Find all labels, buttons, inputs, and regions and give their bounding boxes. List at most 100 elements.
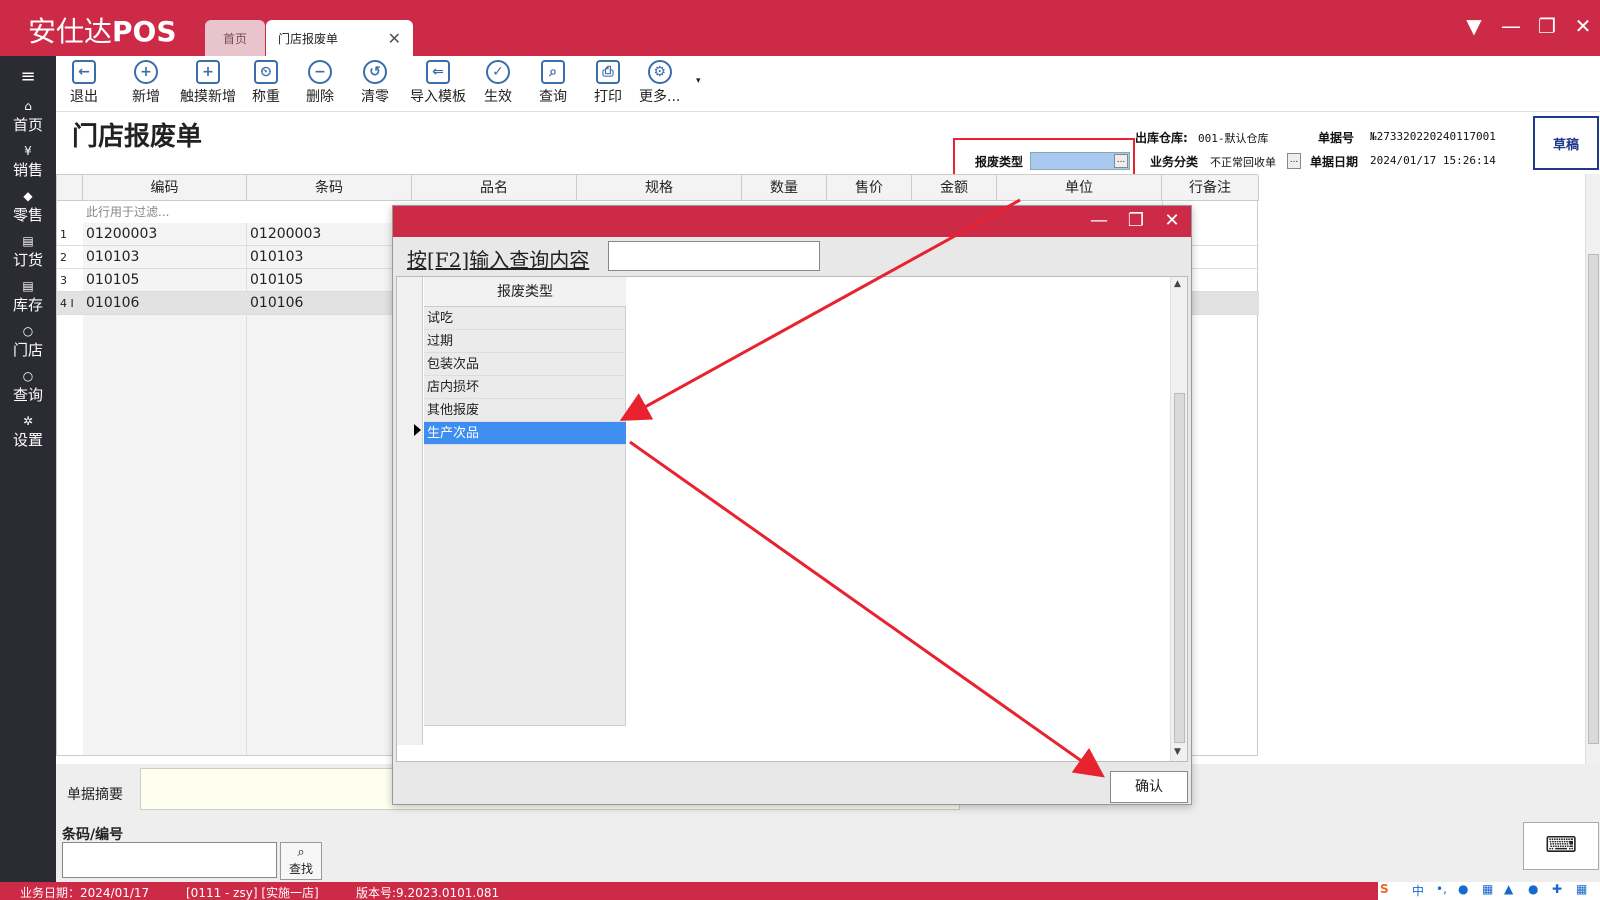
exit-button[interactable]: ← 退出 <box>70 60 98 106</box>
keyboard-button[interactable]: ⌨ <box>1523 822 1599 870</box>
delete-button[interactable]: − 删除 <box>306 60 334 106</box>
sidebar-item-store[interactable]: ○ 门店 <box>0 321 56 366</box>
more-chevron-icon[interactable]: ▾ <box>696 76 701 86</box>
add-button[interactable]: + 新增 <box>132 60 160 106</box>
activate-button[interactable]: ✓ 生效 <box>484 60 512 106</box>
list-item[interactable]: 店内损坏 <box>424 376 626 399</box>
weigh-button[interactable]: ⏲ 称重 <box>252 60 280 106</box>
print-button[interactable]: ⎙ 打印 <box>594 60 622 106</box>
query-button[interactable]: ⌕ 查询 <box>539 60 567 106</box>
close-icon[interactable]: ✕ <box>388 29 401 48</box>
ime-keyboard-icon[interactable]: ▦ <box>1482 882 1493 896</box>
barcode-cell[interactable]: 010105 <box>247 269 303 292</box>
page-title: 门店报废单 <box>72 122 203 152</box>
warehouse-value[interactable]: 001-默认仓库 <box>1198 130 1269 146</box>
touch-add-button[interactable]: + 触摸新增 <box>180 60 236 106</box>
gear-icon: ⚙ <box>647 60 672 84</box>
doc-no-label: 单据号 <box>1318 131 1355 145</box>
more-button[interactable]: ⚙ 更多... <box>639 60 680 106</box>
skin-icon[interactable]: ▲ <box>1504 882 1513 896</box>
column-header[interactable]: 品名 <box>412 175 577 201</box>
column-header[interactable]: 报废类型 <box>424 277 626 307</box>
sidebar-item-sales[interactable]: ¥ 销售 <box>0 141 56 186</box>
minus-icon: − <box>308 60 332 84</box>
close-icon[interactable]: ✕ <box>1160 210 1184 231</box>
column-header[interactable]: 单位 <box>997 175 1162 201</box>
barcode-cell[interactable]: 010106 <box>247 292 303 315</box>
column-header[interactable]: 编码 <box>83 175 247 201</box>
code-cell[interactable]: 010105 <box>83 269 139 292</box>
list-item[interactable]: 包装次品 <box>424 353 626 376</box>
sidebar-item-home[interactable]: ⌂ 首页 <box>0 96 56 141</box>
microphone-icon[interactable]: ● <box>1458 882 1468 896</box>
barcode-cell[interactable]: 010103 <box>247 246 303 269</box>
status-bar: 业务日期：2024/01/17 [0111 - zsy] [实施一店] 版本号:… <box>0 882 1600 900</box>
sidebar-item-settings[interactable]: ✲ 设置 <box>0 411 56 456</box>
restore-icon[interactable]: ❐ <box>1533 14 1561 38</box>
ime-chinese-icon[interactable]: 中 <box>1412 882 1424 899</box>
list-item[interactable]: 过期 <box>424 330 626 353</box>
box-icon: ▤ <box>22 234 34 248</box>
hamburger-menu-icon[interactable]: ≡ <box>0 66 56 96</box>
dialog-search-input[interactable] <box>608 241 820 271</box>
column-header[interactable]: 数量 <box>742 175 827 201</box>
column-header[interactable]: 金额 <box>912 175 997 201</box>
column-header[interactable]: 规格 <box>577 175 742 201</box>
filter-cell[interactable] <box>424 725 626 747</box>
barcode-label: 条码/编号 <box>62 827 124 843</box>
tab-home[interactable]: 首页 <box>205 20 265 56</box>
business-value[interactable]: 不正常回收单 <box>1210 154 1276 170</box>
scrap-type-list: 报废类型 试吃 过期 包装次品 店内损坏 其他报废 生产次品 ▲ ▼ <box>396 276 1188 762</box>
version-info: 版本号:9.2023.0101.081 <box>356 886 500 900</box>
row-number-header <box>57 175 83 201</box>
minimize-icon[interactable]: — <box>1497 14 1525 38</box>
filter-row[interactable]: 此行用于过滤... <box>83 201 169 223</box>
code-cell[interactable]: 01200003 <box>83 223 157 246</box>
scrollbar-thumb[interactable] <box>1174 393 1185 743</box>
code-cell[interactable]: 010103 <box>83 246 139 269</box>
restore-icon[interactable]: ❐ <box>1124 210 1148 231</box>
column-header[interactable]: 行备注 <box>1162 175 1259 201</box>
close-window-icon[interactable]: ✕ <box>1569 14 1597 38</box>
warehouse-label: 出库仓库: <box>1135 131 1188 145</box>
scroll-up-icon[interactable]: ▲ <box>1174 279 1181 289</box>
ime-toolbar[interactable]: S 中 •, ● ▦ ▲ ● ✚ ▦ <box>1378 882 1600 900</box>
doc-date-value[interactable]: 2024/01/17 15:26:14 <box>1370 154 1496 167</box>
barcode-cell[interactable]: 01200003 <box>247 223 321 246</box>
clear-button[interactable]: ↺ 清零 <box>361 60 389 106</box>
tab-store-scrap[interactable]: 门店报废单 ✕ <box>266 20 413 56</box>
sidebar-item-order[interactable]: ▤ 订货 <box>0 231 56 276</box>
list-item-selected[interactable]: 生产次品 <box>424 422 626 445</box>
list-item[interactable]: 试吃 <box>424 307 626 330</box>
sidebar-item-inventory[interactable]: ▤ 库存 <box>0 276 56 321</box>
barcode-input[interactable] <box>62 842 277 878</box>
confirm-button[interactable]: 确认 <box>1110 771 1188 803</box>
scrollbar-thumb[interactable] <box>1588 254 1599 744</box>
list-item[interactable]: 其他报废 <box>424 399 626 422</box>
vertical-scrollbar[interactable] <box>1585 174 1600 764</box>
import-template-button[interactable]: ⇐ 导入模板 <box>410 60 466 106</box>
ime-menu-icon[interactable]: ▦ <box>1576 882 1587 896</box>
dropdown-icon[interactable]: ▼ <box>1460 14 1488 38</box>
dialog-scrollbar[interactable]: ▲ ▼ <box>1170 277 1187 761</box>
minimize-icon[interactable]: — <box>1087 210 1111 231</box>
printer-icon: ⎙ <box>596 60 620 84</box>
business-browse-button[interactable]: ... <box>1287 153 1301 169</box>
toolbar: ← 退出 + 新增 + 触摸新增 ⏲ 称重 − 删除 ↺ 清零 ⇐ 导入模板 ✓ 生效 ⌕ 查询 … <box>56 56 1600 112</box>
ime-logo-icon[interactable]: S <box>1380 882 1389 896</box>
column-header[interactable]: 售价 <box>827 175 912 201</box>
search-icon: ⌕ <box>541 60 565 84</box>
sidebar-item-retail[interactable]: ◆ 零售 <box>0 186 56 231</box>
row-number: 1 <box>60 228 67 241</box>
sidebar: ≡ ⌂ 首页 ¥ 销售 ◆ 零售 ▤ 订货 ▤ 库存 ○ 门店 ○ 查询 ✲ 设置 <box>0 56 56 882</box>
column-header[interactable]: 条码 <box>247 175 412 201</box>
find-button[interactable]: ⌕ 查找 <box>280 842 322 880</box>
ime-tool-icon[interactable]: ● <box>1528 882 1538 896</box>
ime-punctuation-icon[interactable]: •, <box>1436 882 1447 896</box>
scroll-down-icon[interactable]: ▼ <box>1174 747 1181 757</box>
business-label: 业务分类 <box>1150 155 1199 169</box>
sidebar-item-query[interactable]: ○ 查询 <box>0 366 56 411</box>
ime-apps-icon[interactable]: ✚ <box>1552 882 1562 896</box>
add-file-icon: + <box>196 60 220 84</box>
code-cell[interactable]: 010106 <box>83 292 139 315</box>
